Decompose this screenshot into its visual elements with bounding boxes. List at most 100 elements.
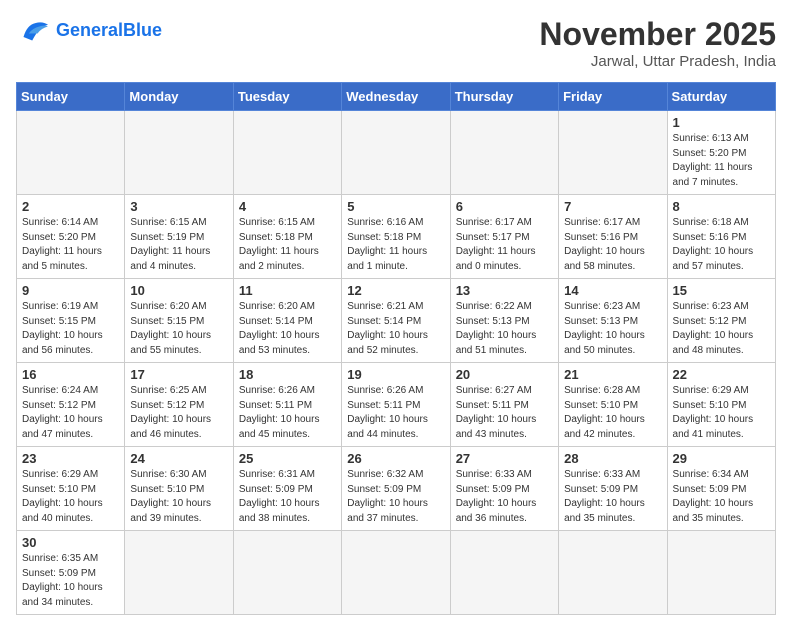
day-info: Sunrise: 6:20 AMSunset: 5:15 PMDaylight:… <box>130 300 227 358</box>
day-info: Sunrise: 6:32 AMSunset: 5:09 PMDaylight:… <box>347 468 444 526</box>
header-saturday: Saturday <box>667 83 775 111</box>
table-row: 13 Sunrise: 6:22 AMSunset: 5:13 PMDayligh… <box>450 279 558 363</box>
calendar-week-row: 9 Sunrise: 6:19 AMSunset: 5:15 PMDaylight… <box>17 279 776 363</box>
table-row: 28 Sunrise: 6:33 AMSunset: 5:09 PMDayligh… <box>559 447 667 531</box>
day-number: 19 <box>347 367 444 382</box>
day-info: Sunrise: 6:22 AMSunset: 5:13 PMDaylight:… <box>456 300 553 358</box>
day-info: Sunrise: 6:35 AMSunset: 5:09 PMDaylight:… <box>22 552 119 610</box>
month-title: November 2025 <box>539 16 776 53</box>
calendar-week-row: 30Sunrise: 6:35 AMSunset: 5:09 PMDayligh… <box>17 531 776 615</box>
day-info: Sunrise: 6:23 AMSunset: 5:13 PMDaylight:… <box>564 300 661 358</box>
header-friday: Friday <box>559 83 667 111</box>
day-info: Sunrise: 6:24 AMSunset: 5:12 PMDaylight:… <box>22 384 119 442</box>
day-info: Sunrise: 6:25 AMSunset: 5:12 PMDaylight:… <box>130 384 227 442</box>
day-number: 9 <box>22 283 119 298</box>
day-number: 2 <box>22 199 119 214</box>
day-info: Sunrise: 6:28 AMSunset: 5:10 PMDaylight:… <box>564 384 661 442</box>
day-number: 23 <box>22 451 119 466</box>
table-row: 24Sunrise: 6:30 AMSunset: 5:10 PMDayligh… <box>125 447 233 531</box>
table-row: 7 Sunrise: 6:17 AMSunset: 5:16 PMDaylight… <box>559 195 667 279</box>
table-row <box>342 531 450 615</box>
logo: GeneralBlue <box>16 16 162 44</box>
day-info: Sunrise: 6:30 AMSunset: 5:10 PMDaylight:… <box>130 468 227 526</box>
table-row: 29 Sunrise: 6:34 AMSunset: 5:09 PMDayligh… <box>667 447 775 531</box>
logo-text: GeneralBlue <box>56 21 162 39</box>
table-row: 6Sunrise: 6:17 AMSunset: 5:17 PMDaylight… <box>450 195 558 279</box>
table-row: 11Sunrise: 6:20 AMSunset: 5:14 PMDayligh… <box>233 279 341 363</box>
header-wednesday: Wednesday <box>342 83 450 111</box>
day-number: 20 <box>456 367 553 382</box>
table-row: 14 Sunrise: 6:23 AMSunset: 5:13 PMDayligh… <box>559 279 667 363</box>
day-number: 18 <box>239 367 336 382</box>
day-info: Sunrise: 6:29 AMSunset: 5:10 PMDaylight:… <box>22 468 119 526</box>
day-number: 8 <box>673 199 770 214</box>
day-info: Sunrise: 6:33 AMSunset: 5:09 PMDaylight:… <box>456 468 553 526</box>
day-info: Sunrise: 6:34 AMSunset: 5:09 PMDaylight:… <box>673 468 770 526</box>
day-number: 4 <box>239 199 336 214</box>
table-row: 5 Sunrise: 6:16 AMSunset: 5:18 PMDaylight… <box>342 195 450 279</box>
table-row: 2Sunrise: 6:14 AMSunset: 5:20 PMDaylight… <box>17 195 125 279</box>
table-row: 17 Sunrise: 6:25 AMSunset: 5:12 PMDayligh… <box>125 363 233 447</box>
table-row: 15Sunrise: 6:23 AMSunset: 5:12 PMDayligh… <box>667 279 775 363</box>
day-number: 14 <box>564 283 661 298</box>
table-row <box>17 111 125 195</box>
table-row: 8 Sunrise: 6:18 AMSunset: 5:16 PMDaylight… <box>667 195 775 279</box>
table-row <box>559 111 667 195</box>
table-row <box>233 531 341 615</box>
day-info: Sunrise: 6:15 AMSunset: 5:18 PMDaylight:… <box>239 216 336 274</box>
header-sunday: Sunday <box>17 83 125 111</box>
calendar-table: Sunday Monday Tuesday Wednesday Thursday… <box>16 82 776 615</box>
day-info: Sunrise: 6:29 AMSunset: 5:10 PMDaylight:… <box>673 384 770 442</box>
day-number: 21 <box>564 367 661 382</box>
day-number: 10 <box>130 283 227 298</box>
calendar-week-row: 2Sunrise: 6:14 AMSunset: 5:20 PMDaylight… <box>17 195 776 279</box>
day-info: Sunrise: 6:13 AMSunset: 5:20 PMDaylight:… <box>673 132 770 190</box>
day-info: Sunrise: 6:16 AMSunset: 5:18 PMDaylight:… <box>347 216 444 274</box>
day-info: Sunrise: 6:17 AMSunset: 5:17 PMDaylight:… <box>456 216 553 274</box>
table-row: 10 Sunrise: 6:20 AMSunset: 5:15 PMDayligh… <box>125 279 233 363</box>
table-row: 1 Sunrise: 6:13 AMSunset: 5:20 PMDaylight… <box>667 111 775 195</box>
header-thursday: Thursday <box>450 83 558 111</box>
day-number: 15 <box>673 283 770 298</box>
day-number: 3 <box>130 199 227 214</box>
day-number: 25 <box>239 451 336 466</box>
day-number: 27 <box>456 451 553 466</box>
table-row: 4 Sunrise: 6:15 AMSunset: 5:18 PMDaylight… <box>233 195 341 279</box>
table-row <box>559 531 667 615</box>
table-row: 25Sunrise: 6:31 AMSunset: 5:09 PMDayligh… <box>233 447 341 531</box>
table-row: 9 Sunrise: 6:19 AMSunset: 5:15 PMDaylight… <box>17 279 125 363</box>
table-row <box>125 531 233 615</box>
table-row: 27 Sunrise: 6:33 AMSunset: 5:09 PMDayligh… <box>450 447 558 531</box>
day-number: 5 <box>347 199 444 214</box>
table-row <box>450 531 558 615</box>
table-row: 26Sunrise: 6:32 AMSunset: 5:09 PMDayligh… <box>342 447 450 531</box>
day-info: Sunrise: 6:17 AMSunset: 5:16 PMDaylight:… <box>564 216 661 274</box>
table-row <box>233 111 341 195</box>
day-info: Sunrise: 6:18 AMSunset: 5:16 PMDaylight:… <box>673 216 770 274</box>
day-number: 16 <box>22 367 119 382</box>
calendar-week-row: 23 Sunrise: 6:29 AMSunset: 5:10 PMDayligh… <box>17 447 776 531</box>
day-info: Sunrise: 6:19 AMSunset: 5:15 PMDaylight:… <box>22 300 119 358</box>
day-number: 12 <box>347 283 444 298</box>
table-row: 18Sunrise: 6:26 AMSunset: 5:11 PMDayligh… <box>233 363 341 447</box>
location-subtitle: Jarwal, Uttar Pradesh, India <box>539 53 776 70</box>
table-row: 12Sunrise: 6:21 AMSunset: 5:14 PMDayligh… <box>342 279 450 363</box>
day-number: 28 <box>564 451 661 466</box>
table-row: 23 Sunrise: 6:29 AMSunset: 5:10 PMDayligh… <box>17 447 125 531</box>
day-number: 29 <box>673 451 770 466</box>
table-row: 22 Sunrise: 6:29 AMSunset: 5:10 PMDayligh… <box>667 363 775 447</box>
day-number: 17 <box>130 367 227 382</box>
table-row: 20Sunrise: 6:27 AMSunset: 5:11 PMDayligh… <box>450 363 558 447</box>
day-number: 1 <box>673 115 770 130</box>
header-monday: Monday <box>125 83 233 111</box>
title-area: November 2025 Jarwal, Uttar Pradesh, Ind… <box>539 16 776 70</box>
header-tuesday: Tuesday <box>233 83 341 111</box>
day-number: 7 <box>564 199 661 214</box>
day-number: 11 <box>239 283 336 298</box>
day-number: 13 <box>456 283 553 298</box>
day-info: Sunrise: 6:33 AMSunset: 5:09 PMDaylight:… <box>564 468 661 526</box>
table-row: 19Sunrise: 6:26 AMSunset: 5:11 PMDayligh… <box>342 363 450 447</box>
calendar-week-row: 1 Sunrise: 6:13 AMSunset: 5:20 PMDaylight… <box>17 111 776 195</box>
calendar-week-row: 16 Sunrise: 6:24 AMSunset: 5:12 PMDayligh… <box>17 363 776 447</box>
day-number: 22 <box>673 367 770 382</box>
